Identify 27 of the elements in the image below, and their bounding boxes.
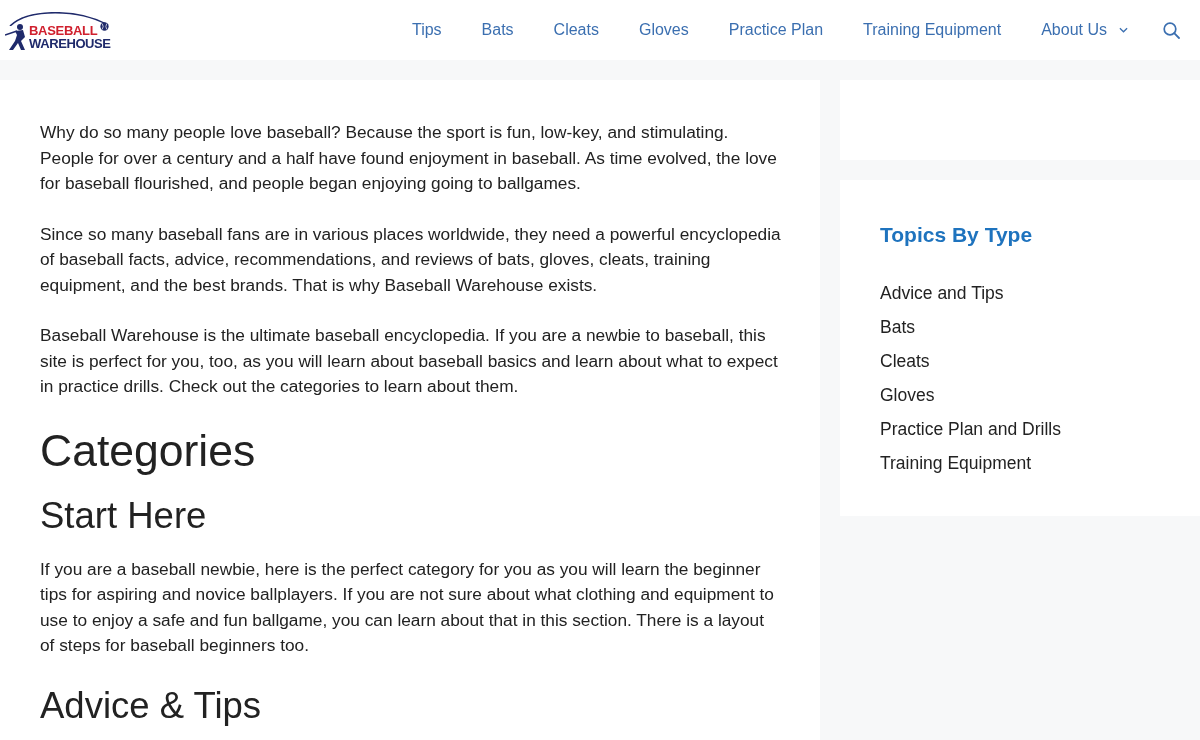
- body-paragraph: If you are a baseball newbie, here is the perfect category for you as you will learn the beginner tips for aspiring and novice ballplayers. If you are not sure about what clothing and equipment to use to enjoy a safe and fun ballgame, you can learn about that in this section. There is a layout of steps for baseball beginners too.: [40, 557, 775, 657]
- nav-link[interactable]: Training Equipment: [863, 18, 1002, 42]
- topic-link[interactable]: Advice and Tips: [880, 279, 1004, 307]
- nav-dropdown[interactable]: About Us: [1041, 18, 1128, 42]
- nav-link[interactable]: Cleats: [553, 18, 599, 42]
- body-paragraph: Since so many baseball fans are in various places worldwide, they need a powerful encyclopedia of baseball facts, advice, recommendations, and reviews of bats, gloves, cleats, training equipment, and the best brands. That is why Baseball Warehouse exists.: [40, 222, 782, 297]
- topic-link[interactable]: Practice Plan and Drills: [880, 415, 1061, 443]
- subsection-heading: Start Here: [40, 493, 208, 538]
- baseball-icon: [100, 21, 110, 31]
- search-button[interactable]: [1162, 21, 1180, 39]
- nav-link[interactable]: Gloves: [638, 18, 689, 42]
- subsection-heading: Advice & Tips: [40, 683, 263, 728]
- nav-link[interactable]: Practice Plan: [728, 18, 824, 42]
- topic-link[interactable]: Training Equipment: [880, 449, 1032, 477]
- body-paragraph: Why do so many people love baseball? Because the sport is fun, low-key, and stimulating. People for over a century and a half have found enjoyment in baseball. As time evolved, the love for baseball flourished, and people began enjoying going to ballgames.: [40, 121, 778, 195]
- search-icon: [1162, 21, 1180, 39]
- topic-link[interactable]: Gloves: [880, 381, 935, 409]
- topic-link[interactable]: Bats: [880, 313, 916, 341]
- chevron-down-icon: [1119, 27, 1128, 33]
- topic-link[interactable]: Cleats: [880, 347, 930, 375]
- logo-wordmark: WAREHOUSE: [29, 36, 111, 51]
- body-paragraph: Baseball Warehouse is the ultimate baseball encyclopedia. If you are a newbie to baseball, this site is perfect for you, too, as you will learn about baseball basics and learn about what to expect in practice drills. Check out the categories to learn about them.: [40, 324, 779, 398]
- logo-wordmark: BASEBALL: [29, 23, 98, 37]
- section-heading: Categories: [40, 424, 257, 477]
- nav-link[interactable]: Tips: [411, 18, 442, 42]
- widget-heading: Topics By Type: [880, 222, 1034, 248]
- nav-link[interactable]: Bats: [481, 18, 514, 42]
